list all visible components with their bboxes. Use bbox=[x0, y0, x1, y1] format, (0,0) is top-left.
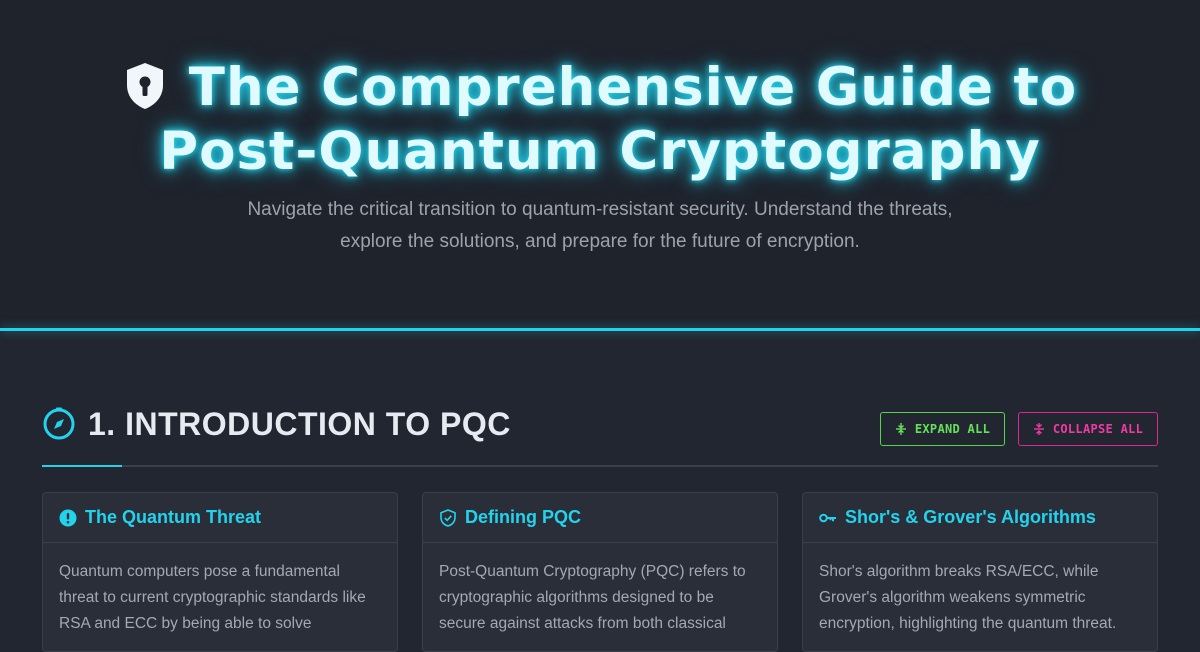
collapse-icon bbox=[1033, 423, 1044, 435]
card-title: Shor's & Grover's Algorithms bbox=[845, 507, 1096, 527]
hero-section: The Comprehensive Guide to Post-Quantum … bbox=[0, 0, 1200, 329]
hero-divider bbox=[0, 328, 1200, 331]
card-title: The Quantum Threat bbox=[85, 507, 262, 527]
card-header[interactable]: Defining PQC bbox=[423, 493, 777, 543]
page-title: The Comprehensive Guide to Post-Quantum … bbox=[159, 57, 1078, 182]
card-defining-pqc[interactable]: Defining PQC Post-Quantum Cryptography (… bbox=[422, 492, 778, 652]
alert-circle-icon bbox=[59, 509, 77, 526]
hero-subtitle: Navigate the critical transition to quan… bbox=[247, 199, 953, 252]
collapse-all-label: COLLAPSE ALL bbox=[1052, 422, 1144, 436]
section-divider bbox=[42, 465, 1158, 467]
card-header[interactable]: The Quantum Threat bbox=[43, 493, 397, 543]
section-divider-accent bbox=[42, 465, 122, 467]
card-body: Quantum computers pose a fundamental thr… bbox=[59, 563, 366, 632]
card-header[interactable]: Shor's & Grover's Algorithms bbox=[803, 493, 1157, 543]
shield-check-icon bbox=[440, 508, 456, 527]
section-header: 1. INTRODUCTION TO PQC bbox=[42, 400, 511, 448]
card-body: Post-Quantum Cryptography (PQC) refers t… bbox=[439, 563, 746, 632]
expand-all-button[interactable]: EXPAND ALL bbox=[880, 412, 1005, 446]
card-body: Shor's algorithm breaks RSA/ECC, while G… bbox=[819, 563, 1117, 632]
expand-icon bbox=[895, 423, 906, 435]
compass-icon bbox=[43, 407, 75, 440]
shield-keyhole-icon bbox=[126, 63, 163, 109]
card-quantum-threat[interactable]: The Quantum Threat Quantum computers pos… bbox=[42, 492, 398, 652]
card-title: Defining PQC bbox=[465, 507, 581, 527]
collapse-all-button[interactable]: COLLAPSE ALL bbox=[1018, 412, 1158, 446]
card-shor-grover[interactable]: Shor's & Grover's Algorithms Shor's algo… bbox=[802, 492, 1158, 652]
hero-title-wrap: The Comprehensive Guide to Post-Quantum … bbox=[60, 56, 1140, 184]
section-title: 1. INTRODUCTION TO PQC bbox=[88, 405, 511, 442]
expand-all-label: EXPAND ALL bbox=[914, 422, 991, 436]
key-icon bbox=[819, 513, 836, 522]
